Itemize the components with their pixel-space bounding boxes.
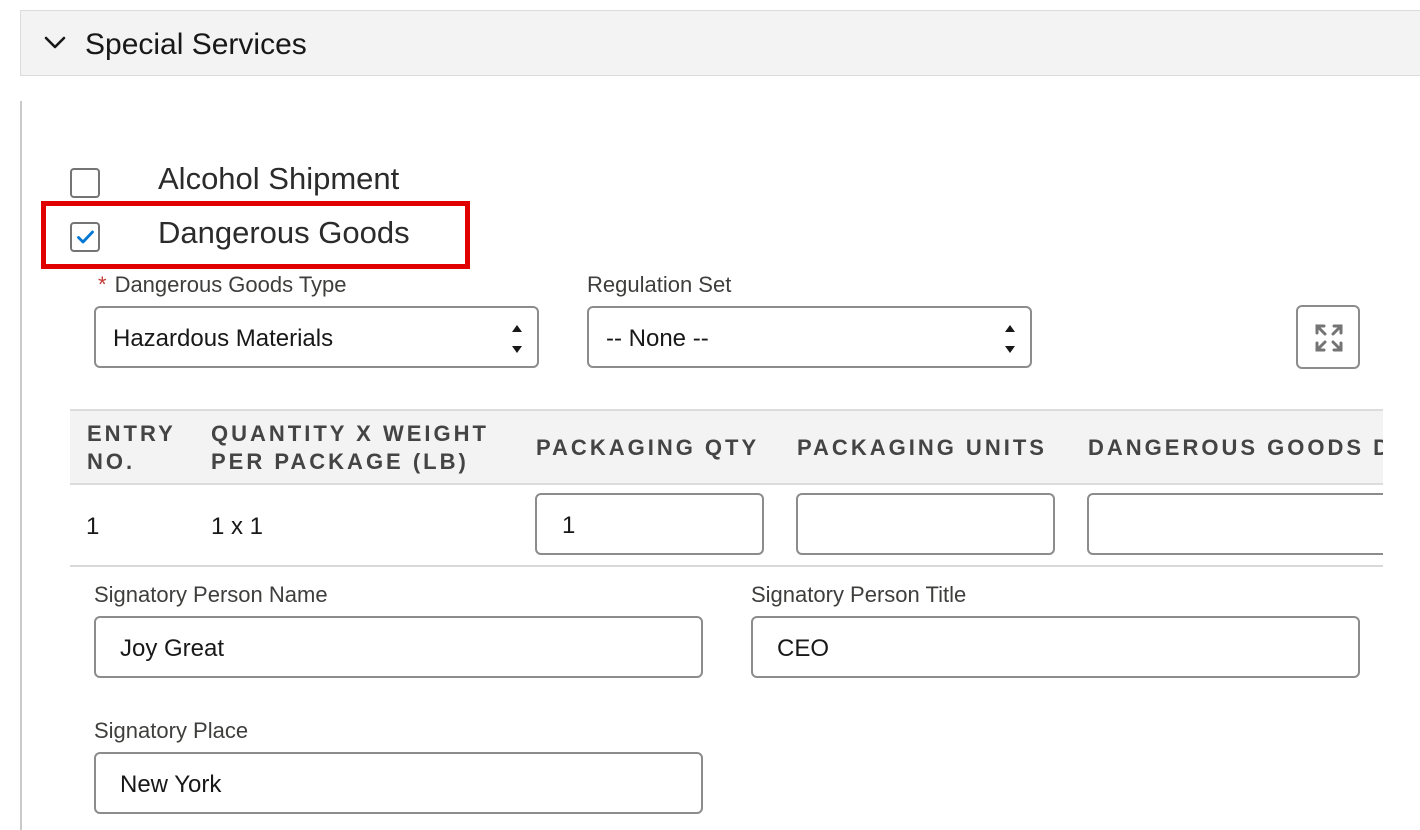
entry-no-cell: 1 xyxy=(86,513,100,540)
alcohol-shipment-checkbox[interactable] xyxy=(70,168,100,198)
section-title: Special Services xyxy=(85,28,307,61)
signatory-name-input[interactable]: Joy Great xyxy=(94,616,703,678)
regulation-set-select[interactable]: -- None -- xyxy=(587,306,1032,368)
table-row-divider xyxy=(70,565,1383,567)
required-indicator: * xyxy=(98,272,107,297)
packaging-qty-input[interactable]: 1 xyxy=(535,493,764,555)
signatory-name-label: Signatory Person Name xyxy=(94,582,328,607)
signatory-place-input[interactable]: New York xyxy=(94,752,703,814)
expand-icon xyxy=(1315,324,1343,352)
regulation-set-label: Regulation Set xyxy=(587,272,732,297)
sort-arrows-icon xyxy=(512,325,522,353)
quantity-weight-cell: 1 x 1 xyxy=(211,513,264,540)
sort-arrows-icon xyxy=(1005,325,1015,353)
column-header-entry-no: ENTRY NO. xyxy=(87,421,176,474)
expand-button[interactable] xyxy=(1296,305,1360,369)
signatory-place-label: Signatory Place xyxy=(94,718,249,743)
table-clip xyxy=(1383,400,1420,570)
column-header-packaging-qty: PACKAGING QTY xyxy=(536,435,760,460)
chevron-down-icon[interactable] xyxy=(43,31,67,55)
dg-type-select[interactable]: Hazardous Materials xyxy=(94,306,539,368)
signatory-title-label: Signatory Person Title xyxy=(751,582,967,607)
column-header-dangerous-goods-description: DANGEROUS GOODS D xyxy=(1088,435,1393,460)
column-header-packaging-units: PACKAGING UNITS xyxy=(797,435,1047,460)
section-header-special-services[interactable]: Special Services xyxy=(20,10,1420,76)
dg-type-value: Hazardous Materials xyxy=(113,325,334,352)
signatory-title-input[interactable]: CEO xyxy=(751,616,1360,678)
highlight-box xyxy=(41,201,470,269)
regulation-set-value: -- None -- xyxy=(606,325,709,352)
alcohol-shipment-label: Alcohol Shipment xyxy=(158,161,400,196)
packaging-units-input[interactable] xyxy=(796,493,1055,555)
section-divider xyxy=(20,101,22,830)
column-header-quantity-weight: QUANTITY X WEIGHT PER PACKAGE (LB) xyxy=(211,421,489,474)
dg-type-label: * Dangerous Goods Type xyxy=(98,272,347,297)
dangerous-goods-description-input[interactable] xyxy=(1087,493,1407,555)
